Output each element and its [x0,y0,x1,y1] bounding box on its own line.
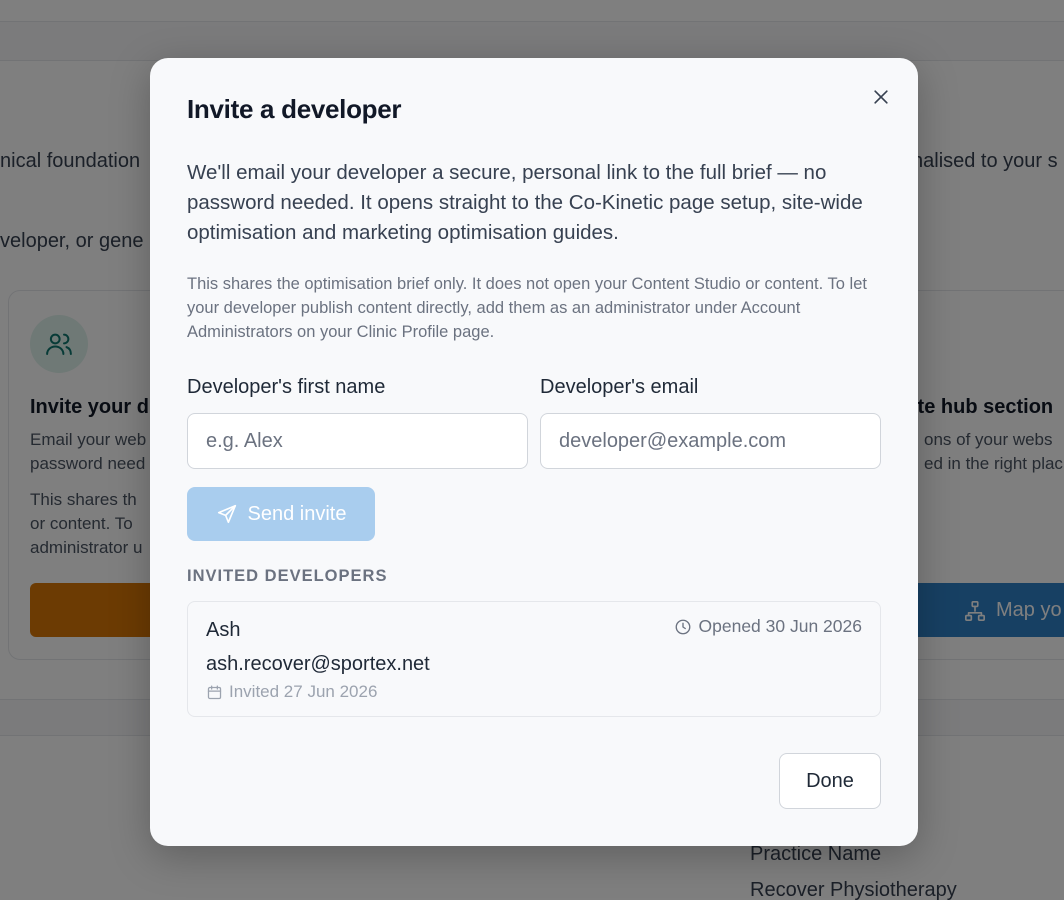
clock-icon [675,619,690,634]
done-button[interactable]: Done [779,753,881,809]
dialog-title: Invite a developer [187,94,402,124]
first-name-label: Developer's first name [187,376,386,398]
invited-date: Invited 27 Jun 2026 [206,682,377,702]
invited-developers-heading: INVITED DEVELOPERS [187,567,388,585]
invited-developer-name: Ash [206,619,241,641]
invite-developer-dialog: Invite a developer We'll email your deve… [150,58,918,846]
send-icon [217,504,236,524]
opened-status-text: Opened 30 Jun 2026 [698,616,862,636]
calendar-icon [207,684,222,699]
dialog-note-text: This shares the optimisation brief only.… [187,275,867,341]
close-icon [874,90,888,104]
invited-date-text: Invited 27 Jun 2026 [229,682,378,701]
send-invite-button[interactable]: Send invite [187,487,375,541]
close-button[interactable] [866,82,896,112]
first-name-input[interactable] [187,413,528,469]
email-label: Developer's email [540,376,699,398]
email-input[interactable] [540,413,881,469]
dialog-intro-text: We'll email your developer a secure, per… [187,161,863,244]
invited-developer-email: ash.recover@sportex.net [206,653,430,675]
send-invite-label: Send invite [247,502,347,525]
opened-status: Opened 30 Jun 2026 [674,616,862,637]
invited-developer-row: Ash ash.recover@sportex.net Invited 27 J… [187,601,881,717]
